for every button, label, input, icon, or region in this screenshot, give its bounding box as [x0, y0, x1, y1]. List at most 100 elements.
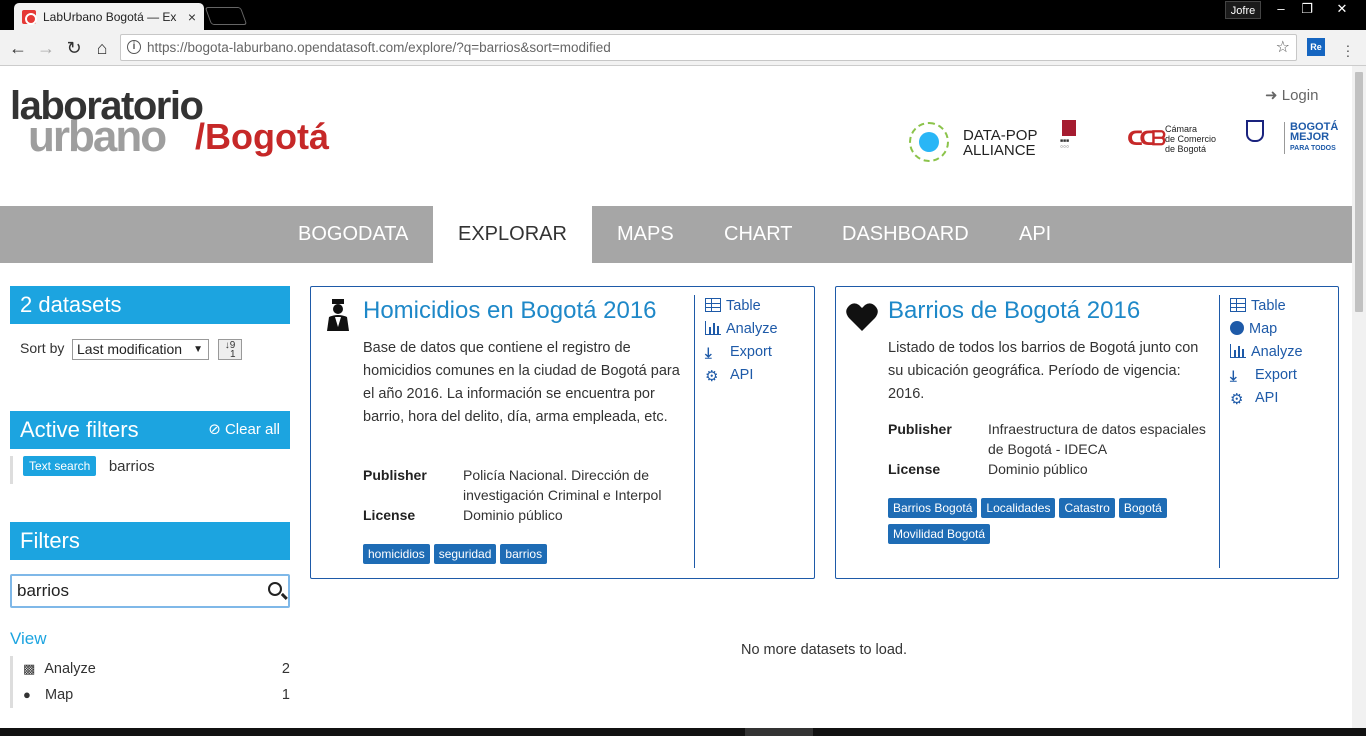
action-table[interactable]: Table [705, 295, 778, 318]
extension-icon[interactable]: Re [1307, 38, 1325, 56]
partner-logos: DATA-POP ALLIANCE ■■■ ○○○ ᑕᑕᗷ Cámara de Com… [905, 118, 1338, 168]
view-item-analyze[interactable]: ▩ Analyze 2 [13, 656, 290, 682]
active-filters-title: Active filters [20, 417, 139, 442]
browser-titlebar: LabUrbano Bogotá — Ex × Jofre – ❐ ✕ [0, 0, 1366, 30]
browser-menu-icon[interactable]: ... [1346, 35, 1350, 59]
bar-chart-icon [1230, 344, 1246, 358]
clear-icon: ⊘ [208, 421, 221, 438]
dataset-publisher: Publisher Policía Nacional. Dirección de… [363, 467, 662, 503]
filters-header: Filters [10, 522, 290, 560]
new-tab-button[interactable] [204, 7, 248, 25]
datasets-count: 2 datasets [10, 286, 290, 324]
browser-toolbar: ← → ↻ ⌂ i https://bogota-laburbano.opend… [0, 30, 1366, 66]
logo-urbano: urbano [28, 112, 167, 161]
nav-maps[interactable]: MAPS [592, 206, 699, 263]
table-icon [1230, 298, 1246, 312]
close-window-button[interactable]: ✕ [1322, 0, 1362, 20]
info-icon[interactable]: i [127, 40, 141, 54]
harvard-shield-icon [1062, 120, 1076, 136]
gears-icon: ⚙ [705, 368, 719, 385]
url-text: https://bogota-laburbano.opendatasoft.co… [147, 40, 611, 55]
bogota-crest-icon [1246, 120, 1264, 142]
action-api[interactable]: ⚙ API [705, 364, 778, 387]
dataset-actions: Table Analyze ⤓ Export ⚙ API [694, 295, 778, 568]
os-taskbar [0, 728, 1366, 736]
login-link[interactable]: ➜ Login [1265, 86, 1318, 104]
action-analyze[interactable]: Analyze [1230, 341, 1303, 364]
view-item-map[interactable]: ● Map 1 [13, 682, 290, 708]
dataset-publisher: Publisher Infraestructura de datos espac… [888, 421, 1206, 457]
datapop-dots-icon [909, 122, 949, 162]
search-icon[interactable] [268, 582, 282, 596]
harvard-logo[interactable]: ■■■ ○○○ [1060, 118, 1105, 164]
bookmark-star-icon[interactable]: ☆ [1276, 35, 1290, 60]
table-icon [705, 298, 721, 312]
nav-explorar[interactable]: EXPLORAR [433, 206, 592, 263]
page: laboratorio urbano /Bogotá ➜ Login DATA-… [0, 66, 1352, 728]
nav-bogodata[interactable]: BOGODATA [273, 206, 433, 263]
tab-close-icon[interactable]: × [188, 9, 196, 25]
view-facet-title[interactable]: View [10, 629, 47, 649]
reload-icon[interactable]: ↻ [62, 36, 86, 60]
page-scrollbar[interactable] [1352, 66, 1366, 728]
datapop-logo[interactable]: DATA-POP ALLIANCE [905, 118, 1050, 164]
action-api[interactable]: ⚙ API [1230, 387, 1303, 410]
filter-search-input[interactable] [12, 576, 252, 606]
keyword-tag[interactable]: seguridad [433, 544, 497, 564]
keyword-tag[interactable]: Movilidad Bogotá [888, 524, 991, 544]
gears-icon: ⚙ [1230, 391, 1244, 408]
active-filters-header: Active filters ⊘ Clear all [10, 411, 290, 449]
globe-icon [1230, 321, 1244, 335]
sort-select[interactable]: Last modification ▼ [72, 339, 209, 360]
keyword-tag[interactable]: homicidios [363, 544, 430, 564]
facet-count: 1 [281, 687, 290, 703]
keyword-tag[interactable]: barrios [500, 544, 548, 564]
flowminder-mark: ■■■ ○○○ [1060, 138, 1070, 150]
keyword-tag[interactable]: Barrios Bogotá [888, 498, 978, 518]
active-filter: Text search barrios [10, 456, 155, 484]
clear-all-button[interactable]: ⊘ Clear all [208, 411, 280, 449]
back-arrow-icon[interactable]: ← [6, 36, 30, 60]
action-table[interactable]: Table [1230, 295, 1303, 318]
active-filter-value: barrios [108, 457, 155, 475]
camara-comercio-logo[interactable]: ᑕᑕᗷ Cámara de Comercio de Bogotá [1127, 122, 1237, 162]
address-bar[interactable]: i https://bogota-laburbano.opendatasoft.… [120, 34, 1297, 61]
profile-button[interactable]: Jofre [1225, 1, 1261, 19]
site-logo[interactable]: laboratorio urbano /Bogotá [10, 84, 350, 164]
action-export[interactable]: ⤓ Export [1230, 364, 1303, 387]
filter-search-box [10, 574, 290, 608]
alcaldia-bogota-logo[interactable]: BOGOTÁ MEJOR PARA TODOS [1240, 120, 1338, 164]
forward-arrow-icon[interactable]: → [34, 36, 58, 60]
dataset-tags: Barrios Bogotá Localidades Catastro Bogotá M… [888, 498, 1218, 550]
police-officer-icon [327, 299, 349, 331]
dataset-actions: Table Map Analyze ⤓ Export ⚙ API [1219, 295, 1303, 568]
sort-direction-button[interactable]: ↓9 1 [218, 339, 242, 360]
dataset-title[interactable]: Homicidios en Bogotá 2016 [363, 297, 657, 325]
text-search-tag[interactable]: Text search [23, 456, 97, 476]
restore-button[interactable]: ❐ [1292, 0, 1322, 20]
bar-chart-icon [705, 321, 721, 335]
action-export[interactable]: ⤓ Export [705, 341, 778, 364]
action-analyze[interactable]: Analyze [705, 318, 778, 341]
sort-label: Sort by [20, 340, 65, 356]
nav-api[interactable]: API [994, 206, 1076, 263]
login-icon: ➜ [1265, 87, 1278, 104]
keyword-tag[interactable]: Catastro [1059, 498, 1115, 518]
tab-title: LabUrbano Bogotá — Ex [43, 9, 177, 24]
keyword-tag[interactable]: Bogotá [1118, 498, 1167, 518]
favicon-icon [22, 9, 37, 25]
bar-chart-icon: ▩ [23, 661, 36, 676]
scrollbar-thumb[interactable] [1355, 72, 1363, 312]
taskbar-active-item[interactable] [745, 728, 813, 736]
nav-dashboard[interactable]: DASHBOARD [817, 206, 994, 263]
keyword-tag[interactable]: Localidades [981, 498, 1056, 518]
dataset-title[interactable]: Barrios de Bogotá 2016 [888, 297, 1140, 325]
action-map[interactable]: Map [1230, 318, 1303, 341]
browser-tab[interactable]: LabUrbano Bogotá — Ex × [14, 3, 204, 30]
heart-icon [846, 303, 878, 331]
ccb-rings-icon: ᑕᑕᗷ [1127, 128, 1166, 150]
nav-chart[interactable]: CHART [699, 206, 818, 263]
globe-icon: ● [23, 687, 31, 702]
home-icon[interactable]: ⌂ [90, 36, 114, 60]
dataset-license: License Dominio público [888, 461, 1088, 477]
